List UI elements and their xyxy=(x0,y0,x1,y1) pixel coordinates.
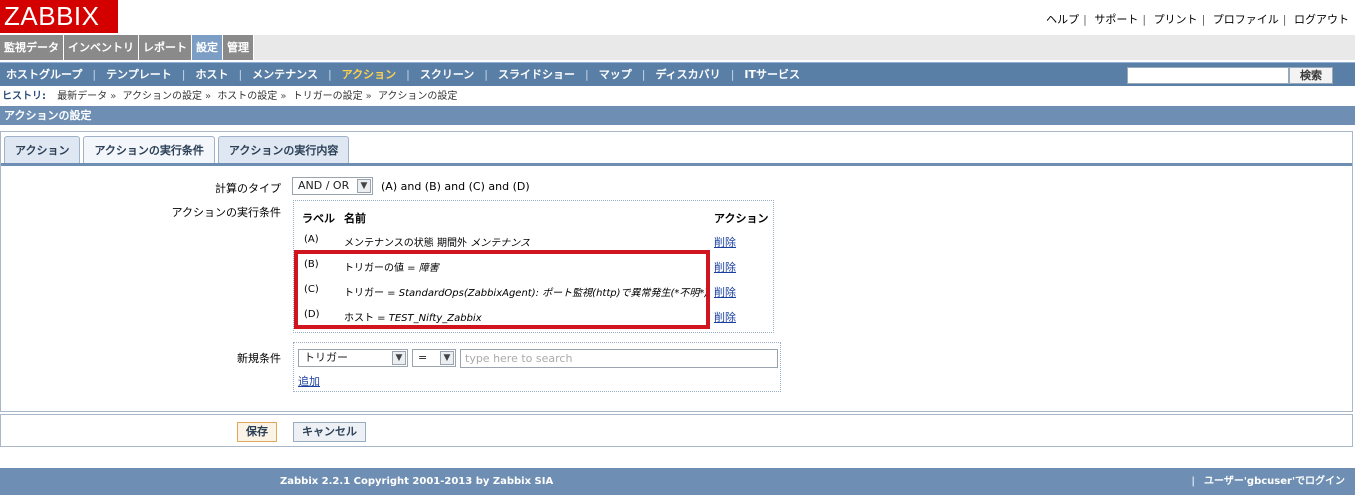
tab-conditions[interactable]: アクションの実行条件 xyxy=(83,136,215,163)
delete-condition-link[interactable]: 削除 xyxy=(714,259,736,275)
calc-type-select[interactable]: AND / OR ▼ xyxy=(292,177,373,195)
tab-action[interactable]: アクション xyxy=(4,136,81,163)
calc-formula: (A) and (B) and (C) and (D) xyxy=(381,180,530,193)
history-item[interactable]: アクションの設定 xyxy=(378,91,458,102)
delete-condition-link[interactable]: 削除 xyxy=(714,234,736,250)
profile-link[interactable]: プロファイル xyxy=(1213,13,1279,26)
history-label: ヒストリ: xyxy=(2,91,46,102)
history-item[interactable]: トリガーの設定 xyxy=(293,91,363,102)
submenu-templates[interactable]: テンプレート xyxy=(104,63,174,87)
chevron-down-icon[interactable]: ▼ xyxy=(440,351,454,365)
help-link[interactable]: ヘルプ xyxy=(1046,13,1079,26)
column-action: アクション xyxy=(714,212,769,225)
chevron-down-icon[interactable]: ▼ xyxy=(357,179,371,193)
new-condition-label: 新規条件 xyxy=(237,352,281,365)
condition-value: メンテナンス xyxy=(470,238,530,249)
history-item[interactable]: ホストの設定 xyxy=(217,91,277,102)
submenu-actions[interactable]: アクション xyxy=(340,63,398,87)
submenu-maintenance[interactable]: メンテナンス xyxy=(250,63,320,87)
footer-divider: | xyxy=(1191,476,1195,487)
submenu-discovery[interactable]: ディスカバリ xyxy=(653,63,722,87)
main-menu: 監視データ インベントリ レポート 設定 管理 xyxy=(0,35,1355,60)
copyright-text: Zabbix 2.2.1 Copyright 2001-2013 by Zabb… xyxy=(280,476,554,487)
condition-tag: (A) xyxy=(304,234,319,245)
column-name: 名前 xyxy=(344,212,366,225)
menu-administration[interactable]: 管理 xyxy=(223,35,254,60)
search-button[interactable]: 検索 xyxy=(1289,67,1333,84)
login-status: ユーザー'gbcuser'でログイン xyxy=(1204,476,1345,487)
menu-reports[interactable]: レポート xyxy=(139,35,192,60)
page-title: アクションの設定 xyxy=(0,106,1355,125)
form-tabs: アクション アクションの実行条件 アクションの実行内容 xyxy=(4,136,352,163)
delete-condition-link[interactable]: 削除 xyxy=(714,284,736,300)
print-link[interactable]: プリント xyxy=(1154,13,1198,26)
operator-select[interactable]: = ▼ xyxy=(412,349,456,367)
conditions-label: アクションの実行条件 xyxy=(171,206,281,219)
save-button[interactable]: 保存 xyxy=(237,422,277,442)
chevron-down-icon[interactable]: ▼ xyxy=(392,351,406,365)
top-links: ヘルプ | サポート | プリント | プロファイル | ログアウト xyxy=(1046,13,1349,26)
condition-name: メンテナンスの状態 期間外 メンテナンス xyxy=(344,234,530,249)
zabbix-logo[interactable]: ZABBIX xyxy=(0,0,118,33)
button-bar: 保存 キャンセル xyxy=(0,414,1353,447)
menu-inventory[interactable]: インベントリ xyxy=(64,35,139,60)
history-item[interactable]: アクションの設定 xyxy=(123,91,203,102)
tab-operations[interactable]: アクションの実行内容 xyxy=(217,136,350,163)
condition-text: メンテナンスの状態 期間外 xyxy=(344,238,471,249)
condition-search-input[interactable]: type here to search xyxy=(460,349,778,368)
submenu-hosts[interactable]: ホスト xyxy=(193,63,230,87)
global-search-input[interactable] xyxy=(1127,67,1289,84)
delete-condition-link[interactable]: 削除 xyxy=(714,309,736,325)
calc-type-label: 計算のタイプ xyxy=(215,182,281,195)
breadcrumb: ヒストリ: 最新データ» アクションの設定» ホストの設定» トリガーの設定» … xyxy=(2,91,458,102)
submenu-it-services[interactable]: ITサービス xyxy=(742,63,802,87)
submenu-maps[interactable]: マップ xyxy=(597,63,634,87)
history-item[interactable]: 最新データ xyxy=(57,91,107,102)
column-label: ラベル xyxy=(302,212,335,225)
logout-link[interactable]: ログアウト xyxy=(1294,13,1349,26)
calc-type-value: AND / OR xyxy=(298,179,350,192)
menu-monitoring[interactable]: 監視データ xyxy=(0,35,64,60)
new-condition-box: トリガー ▼ = ▼ type here to search 追加 xyxy=(293,342,781,392)
highlight-box xyxy=(294,250,710,329)
submenu-screens[interactable]: スクリーン xyxy=(418,63,476,87)
add-condition-link[interactable]: 追加 xyxy=(298,373,320,389)
support-link[interactable]: サポート xyxy=(1094,13,1138,26)
cancel-button[interactable]: キャンセル xyxy=(293,422,366,442)
submenu-slideshows[interactable]: スライドショー xyxy=(496,63,577,87)
menu-configuration[interactable]: 設定 xyxy=(192,35,223,60)
sub-menu: ホストグループ | テンプレート | ホスト | メンテナンス | アクション | スクリ… xyxy=(0,62,1355,86)
footer: Zabbix 2.2.1 Copyright 2001-2013 by Zabb… xyxy=(0,468,1355,495)
submenu-hostgroups[interactable]: ホストグループ xyxy=(0,63,84,87)
condition-type-value: トリガー xyxy=(304,351,348,364)
condition-type-select[interactable]: トリガー ▼ xyxy=(298,349,408,367)
operator-value: = xyxy=(418,351,428,364)
tabs-divider xyxy=(1,163,1352,166)
